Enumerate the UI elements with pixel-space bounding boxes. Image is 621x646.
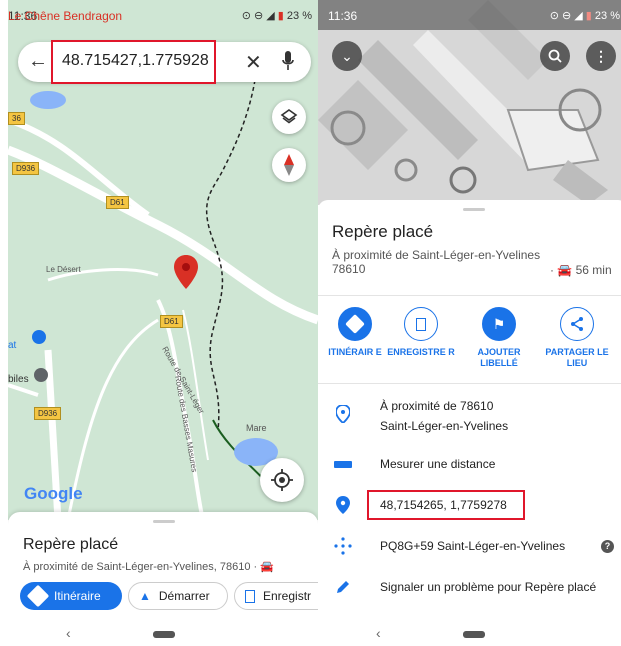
- directions-icon: [26, 584, 50, 608]
- system-home-pill[interactable]: [153, 631, 175, 638]
- poi-marker-icon[interactable]: [34, 368, 48, 382]
- system-nav-bar: ‹: [318, 622, 621, 646]
- place-label: Le Désert: [46, 265, 81, 274]
- status-icons: ⊙ ⊖ ◢ ▮ 23 %: [242, 9, 312, 22]
- microphone-icon[interactable]: [282, 51, 294, 71]
- bookmark-icon: [245, 589, 255, 603]
- status-bar: 11:36 Le Chêne Bendragon ⊙ ⊖ ◢ ▮ 23 %: [8, 0, 318, 30]
- divider: [318, 383, 621, 384]
- start-button[interactable]: ▲ Démarrer: [128, 582, 228, 610]
- poi-label: biles: [8, 374, 29, 385]
- place-header-illustration: [318, 0, 621, 205]
- close-icon[interactable]: ✕: [245, 50, 262, 75]
- status-icons: ⊙ ⊖ ◢ ▮ 23 %: [550, 9, 620, 22]
- bookmark-icon: [404, 307, 438, 341]
- collapse-button[interactable]: ⌄: [332, 41, 362, 71]
- illustration-graphic: [318, 0, 621, 205]
- save-button[interactable]: Enregistr: [234, 582, 318, 610]
- battery-level: 23 %: [286, 10, 312, 22]
- battery-level: 23 %: [594, 10, 620, 22]
- pencil-icon: [333, 577, 353, 597]
- road-label: D61: [160, 315, 183, 328]
- dnd-icon: ⊖: [253, 10, 264, 22]
- compass-icon: [284, 154, 294, 176]
- directions-button[interactable]: Itinéraire: [20, 582, 122, 610]
- place-address: À proximité de Saint-Léger-en-Yvelines 7…: [332, 248, 541, 276]
- place-subtitle: À proximité de Saint-Léger-en-Yvelines, …: [23, 561, 274, 573]
- battery-icon: ▮: [277, 10, 284, 22]
- search-bar[interactable]: ← 48.715427,1.775928 ✕: [18, 40, 311, 84]
- poi-label: at: [8, 340, 17, 351]
- compass-button[interactable]: [272, 148, 306, 182]
- crosshair-icon: [271, 469, 293, 491]
- place-details-screen: 11:36 ⊙ ⊖ ◢ ▮ 23 % ⌄ ⋮ Repère placé À pr…: [318, 0, 621, 646]
- road-label: 36: [8, 112, 25, 125]
- location-pin-icon: [333, 404, 353, 424]
- directions-action[interactable]: ITINÉRAIR E: [320, 307, 390, 358]
- location-icon: ⊙: [549, 10, 559, 22]
- directions-icon: [338, 307, 372, 341]
- search-input[interactable]: 48.715427,1.775928: [62, 52, 209, 70]
- flag-icon: ⚑: [482, 307, 516, 341]
- save-action[interactable]: ENREGISTRE R: [386, 307, 456, 358]
- search-button[interactable]: [540, 41, 570, 71]
- location-pin-filled-icon: [333, 495, 353, 515]
- search-icon: [548, 49, 562, 63]
- layers-button[interactable]: [272, 100, 306, 134]
- location-icon: ⊙: [241, 10, 251, 22]
- system-nav-bar: ‹: [8, 622, 318, 646]
- more-vert-icon: ⋮: [594, 47, 608, 64]
- place-bottom-sheet[interactable]: Repère placé À proximité de Saint-Léger-…: [8, 512, 318, 622]
- status-bar: 11:36 ⊙ ⊖ ◢ ▮ 23 %: [318, 0, 621, 30]
- place-details-sheet: Repère placé À proximité de Saint-Léger-…: [318, 200, 621, 622]
- system-back-icon[interactable]: ‹: [66, 625, 71, 641]
- ruler-icon: [333, 454, 353, 474]
- share-action[interactable]: PARTAGER LE LIEU: [542, 307, 612, 369]
- system-home-pill[interactable]: [463, 631, 485, 638]
- road-label: D936: [34, 407, 62, 420]
- road-label: D936: [12, 162, 40, 175]
- signal-icon: ◢: [574, 10, 583, 22]
- add-label-action[interactable]: ⚑ AJOUTER LIBELLÉ: [464, 307, 534, 369]
- share-icon: [560, 307, 594, 341]
- place-title: Repère placé: [332, 222, 434, 241]
- map-screen: 36 D936 D61 D61 D936 Le Désert Route de …: [8, 0, 318, 646]
- battery-icon: ▮: [585, 10, 592, 22]
- help-icon[interactable]: ?: [601, 540, 614, 553]
- road-label: D61: [106, 196, 129, 209]
- place-label: Mare: [246, 423, 267, 433]
- place-title: Repère placé: [23, 536, 119, 553]
- dnd-icon: ⊖: [561, 10, 572, 22]
- coordinates-value: 48,7154265, 1,7759278: [380, 498, 507, 512]
- system-back-icon[interactable]: ‹: [376, 625, 381, 641]
- chevron-down-icon: ⌄: [341, 47, 353, 64]
- google-logo: Google: [24, 484, 83, 503]
- my-location-button[interactable]: [260, 458, 304, 502]
- divider: [318, 295, 621, 296]
- car-icon: 🚘: [260, 561, 274, 573]
- navigation-arrow-icon: ▲: [139, 589, 151, 603]
- back-arrow-icon[interactable]: ←: [28, 50, 48, 73]
- car-icon: · 🚘: [550, 263, 576, 277]
- travel-time: · 🚘 56 min: [550, 263, 612, 277]
- signal-icon: ◢: [266, 10, 275, 22]
- status-time: 11:36: [328, 9, 358, 23]
- poi-marker-icon[interactable]: [32, 330, 46, 344]
- map-place-label: Le Chêne Bendragon: [8, 9, 123, 23]
- layers-icon: [280, 109, 298, 124]
- more-options-button[interactable]: ⋮: [586, 41, 616, 71]
- drag-handle[interactable]: [463, 208, 485, 211]
- plus-code-icon: [333, 536, 353, 556]
- drag-handle[interactable]: [153, 520, 175, 523]
- map-pin-icon[interactable]: [174, 255, 198, 289]
